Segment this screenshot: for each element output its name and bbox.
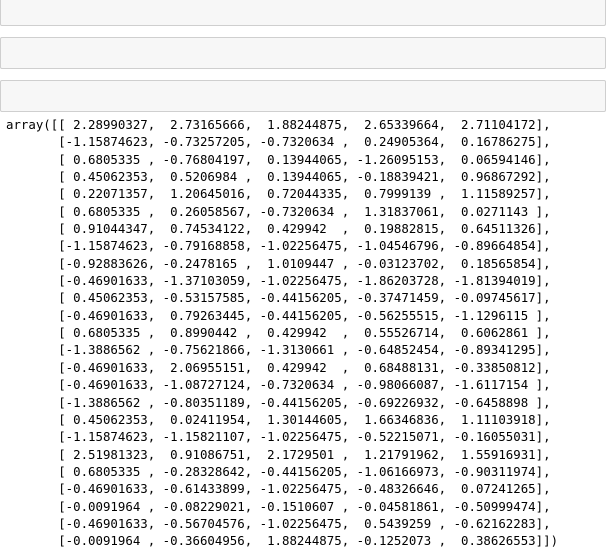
output-line: [-1.15874623, -0.79168858, -1.02256475, …: [6, 238, 551, 254]
output-line: [ 0.6805335 , -0.76804197, 0.13944065, -…: [6, 151, 551, 167]
output-line: [-0.0091964 , -0.08229021, -0.1510607 , …: [6, 498, 551, 514]
output-line: [ 0.45062353, -0.53157585, -0.44156205, …: [6, 290, 551, 306]
output-line: [ 0.6805335 , 0.26058567, -0.7320634 , 1…: [6, 203, 551, 219]
output-line: [ 0.45062353, 0.02411954, 1.30144605, 1.…: [6, 411, 551, 427]
output-line: [-1.3886562 , -0.75621866, -1.3130661 , …: [6, 342, 551, 358]
code-cell-fit-transform[interactable]: X_scaled1 = s_scaler.fit_transform( crim…: [0, 37, 606, 69]
cell-output-array: array([[ 2.28990327, 2.73165666, 1.88244…: [0, 116, 606, 550]
output-line: [ 0.91044347, 0.74534122, 0.429942 , 0.1…: [6, 221, 551, 237]
output-line: [-1.15874623, -0.73257205, -0.7320634 , …: [6, 134, 551, 150]
output-line: [-0.46901633, -0.56704576, -1.02256475, …: [6, 515, 551, 531]
output-line: [-1.3886562 , -0.80351189, -0.44156205, …: [6, 394, 551, 410]
output-line: array([[ 2.28990327, 2.73165666, 1.88244…: [6, 117, 551, 132]
output-line: [-0.46901633, -0.61433899, -1.02256475, …: [6, 481, 551, 497]
output-line: [-1.15874623, -1.15821107, -1.02256475, …: [6, 429, 551, 445]
output-line: [ 0.45062353, 0.5206984 , 0.13944065, -0…: [6, 169, 551, 185]
code-cell-output-var[interactable]: X_scaled1: [0, 80, 606, 112]
output-line: [-0.46901633, -1.37103059, -1.02256475, …: [6, 273, 551, 289]
output-line: [-0.0091964 , -0.36604956, 1.88244875, -…: [6, 533, 559, 549]
output-line: [ 0.6805335 , -0.28328642, -0.44156205, …: [6, 463, 551, 479]
output-line: [ 2.51981323, 0.91086751, 2.1729501 , 1.…: [6, 446, 551, 462]
output-line: [-0.46901633, -1.08727124, -0.7320634 , …: [6, 377, 551, 393]
output-line: [ 0.22071357, 1.20645016, 0.72044335, 0.…: [6, 186, 551, 202]
output-line: [-0.46901633, 0.79263445, -0.44156205, -…: [6, 307, 551, 323]
code-cell-scaler[interactable]: s_scaler = StandardScaler(): [0, 0, 606, 26]
output-line: [ 0.6805335 , 0.8990442 , 0.429942 , 0.5…: [6, 325, 551, 341]
output-line: [-0.46901633, 2.06955151, 0.429942 , 0.6…: [6, 359, 551, 375]
output-line: [-0.92883626, -0.2478165 , 1.0109447 , -…: [6, 255, 551, 271]
